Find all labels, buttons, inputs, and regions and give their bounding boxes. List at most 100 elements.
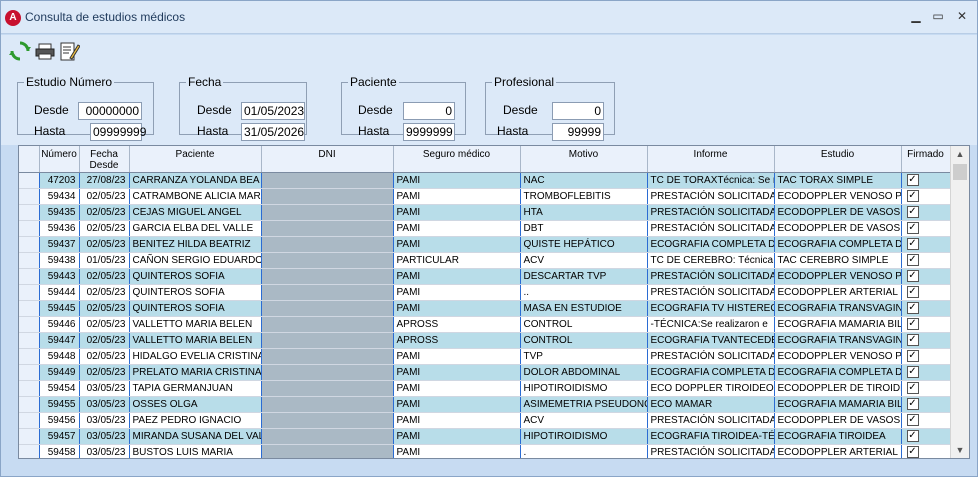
cell-firmado[interactable]: ✓: [901, 188, 951, 205]
table-row[interactable]: 59447 02/05/23 VALLETTO MARIA BELEN APROSS C…: [19, 332, 951, 349]
row-indicator[interactable]: [19, 332, 40, 349]
cell-paciente[interactable]: CEJAS MIGUEL ANGEL: [129, 204, 262, 221]
table-row[interactable]: 59445 02/05/23 QUINTEROS SOFIA PAMI MASA EN …: [19, 300, 951, 317]
cell-informe[interactable]: PRESTACIÓN SOLICITADA:: [647, 268, 775, 285]
signed-checkbox[interactable]: ✓: [906, 398, 919, 411]
cell-motivo[interactable]: TROMBOFLEBITIS: [520, 188, 648, 205]
cell-fecha[interactable]: 02/05/23: [79, 188, 130, 205]
refresh-icon[interactable]: [9, 40, 31, 62]
cell-paciente[interactable]: GARCIA ELBA DEL VALLE: [129, 220, 262, 237]
cell-informe[interactable]: PRESTACIÓN SOLICITADA:: [647, 188, 775, 205]
scroll-down-icon[interactable]: ▼: [951, 442, 969, 458]
cell-informe[interactable]: ECO MAMAR: [647, 396, 775, 413]
cell-informe[interactable]: PRESTACIÓN SOLICITADA:: [647, 444, 775, 458]
column-header-motivo[interactable]: Motivo: [520, 146, 648, 173]
cell-fecha[interactable]: 02/05/23: [79, 284, 130, 301]
cell-numero[interactable]: 59434: [39, 188, 80, 205]
cell-firmado[interactable]: ✓: [901, 236, 951, 253]
table-row[interactable]: 59456 03/05/23 PAEZ PEDRO IGNACIO PAMI ACV PR…: [19, 412, 951, 429]
signed-checkbox[interactable]: ✓: [906, 286, 919, 299]
cell-dni[interactable]: [261, 284, 394, 301]
cell-numero[interactable]: 59455: [39, 396, 80, 413]
cell-informe[interactable]: TC DE TORAXTécnica: Se re: [647, 172, 775, 189]
cell-informe[interactable]: PRESTACIÓN SOLICITADA:: [647, 284, 775, 301]
cell-motivo[interactable]: MASA EN ESTUDIOE: [520, 300, 648, 317]
title-bar[interactable]: A Consulta de estudios médicos ▁ ▭ ✕: [1, 1, 977, 34]
cell-estudio[interactable]: TAC CEREBRO SIMPLE: [774, 252, 902, 269]
profesional-hasta-input[interactable]: 99999: [552, 123, 604, 141]
vertical-scrollbar[interactable]: ▲ ▼: [950, 146, 969, 458]
cell-numero[interactable]: 59457: [39, 428, 80, 445]
table-row[interactable]: 59444 02/05/23 QUINTEROS SOFIA PAMI.. PRESTA…: [19, 284, 951, 301]
cell-seguro[interactable]: PAMI: [393, 396, 521, 413]
table-row[interactable]: 59448 02/05/23 HIDALGO EVELIA CRISTINA PAMI…: [19, 348, 951, 365]
cell-seguro[interactable]: PAMI: [393, 204, 521, 221]
cell-informe[interactable]: ECOGRAFIA TV HISTERECT: [647, 300, 775, 317]
cell-firmado[interactable]: ✓: [901, 300, 951, 317]
cell-fecha[interactable]: 03/05/23: [79, 444, 130, 458]
cell-motivo[interactable]: ..: [520, 284, 648, 301]
edit-report-icon[interactable]: [58, 40, 80, 62]
cell-paciente[interactable]: HIDALGO EVELIA CRISTINA: [129, 348, 262, 365]
cell-motivo[interactable]: ACV: [520, 252, 648, 269]
cell-dni[interactable]: [261, 204, 394, 221]
profesional-desde-input[interactable]: 0: [552, 102, 604, 120]
cell-fecha[interactable]: 02/05/23: [79, 316, 130, 333]
cell-dni[interactable]: [261, 412, 394, 429]
cell-seguro[interactable]: APROSS: [393, 332, 521, 349]
scroll-up-icon[interactable]: ▲: [951, 146, 969, 162]
cell-informe[interactable]: PRESTACIÓN SOLICITADA:: [647, 220, 775, 237]
signed-checkbox[interactable]: ✓: [906, 382, 919, 395]
cell-paciente[interactable]: VALLETTO MARIA BELEN: [129, 316, 262, 333]
cell-numero[interactable]: 59444: [39, 284, 80, 301]
cell-estudio[interactable]: ECOGRAFIA COMPLETA DE: [774, 236, 902, 253]
cell-paciente[interactable]: CAÑON SERGIO EDUARDO: [129, 252, 262, 269]
cell-numero[interactable]: 59454: [39, 380, 80, 397]
cell-fecha[interactable]: 02/05/23: [79, 348, 130, 365]
studies-grid[interactable]: Número Fecha Desde Paciente DNI Seguro m…: [18, 145, 970, 459]
cell-numero[interactable]: 47203: [39, 172, 80, 189]
cell-fecha[interactable]: 03/05/23: [79, 428, 130, 445]
cell-paciente[interactable]: PAEZ PEDRO IGNACIO: [129, 412, 262, 429]
cell-numero[interactable]: 59456: [39, 412, 80, 429]
cell-dni[interactable]: [261, 188, 394, 205]
row-indicator[interactable]: [19, 364, 40, 381]
cell-paciente[interactable]: CATRAMBONE ALICIA MAR: [129, 188, 262, 205]
cell-motivo[interactable]: DESCARTAR TVP: [520, 268, 648, 285]
fecha-hasta-input[interactable]: 31/05/2026: [241, 123, 305, 141]
cell-paciente[interactable]: QUINTEROS SOFIA: [129, 284, 262, 301]
row-indicator[interactable]: [19, 268, 40, 285]
row-indicator[interactable]: [19, 428, 40, 445]
cell-motivo[interactable]: HIPOTIROIDISMO: [520, 428, 648, 445]
minimize-button[interactable]: ▁: [905, 7, 927, 25]
cell-informe[interactable]: PRESTACIÓN SOLICITADA:: [647, 348, 775, 365]
paciente-desde-input[interactable]: 0: [403, 102, 455, 120]
table-row[interactable]: 59449 02/05/23 PRELATO MARIA CRISTINA PAMI D…: [19, 364, 951, 381]
row-indicator[interactable]: [19, 236, 40, 253]
close-button[interactable]: ✕: [951, 7, 973, 25]
cell-paciente[interactable]: OSSES OLGA: [129, 396, 262, 413]
cell-seguro[interactable]: APROSS: [393, 316, 521, 333]
signed-checkbox[interactable]: ✓: [906, 366, 919, 379]
cell-dni[interactable]: [261, 172, 394, 189]
signed-checkbox[interactable]: ✓: [906, 414, 919, 427]
paciente-hasta-input[interactable]: 9999999: [403, 123, 455, 141]
row-indicator[interactable]: [19, 380, 40, 397]
table-row[interactable]: 59458 03/05/23 BUSTOS LUIS MARIA PAMI. PREST…: [19, 444, 951, 458]
cell-informe[interactable]: TC DE CEREBRO: Técnica: s: [647, 252, 775, 269]
cell-fecha[interactable]: 01/05/23: [79, 252, 130, 269]
cell-informe[interactable]: ECO DOPPLER TIROIDEO-T: [647, 380, 775, 397]
cell-motivo[interactable]: DBT: [520, 220, 648, 237]
cell-seguro[interactable]: PAMI: [393, 236, 521, 253]
cell-seguro[interactable]: PAMI: [393, 172, 521, 189]
print-icon[interactable]: [34, 40, 56, 62]
cell-dni[interactable]: [261, 252, 394, 269]
scroll-thumb[interactable]: [953, 164, 967, 180]
cell-paciente[interactable]: TAPIA GERMANJUAN: [129, 380, 262, 397]
row-indicator[interactable]: [19, 252, 40, 269]
signed-checkbox[interactable]: ✓: [906, 206, 919, 219]
row-indicator[interactable]: [19, 412, 40, 429]
cell-informe[interactable]: PRESTACIÓN SOLICITADA:: [647, 204, 775, 221]
cell-numero[interactable]: 59438: [39, 252, 80, 269]
row-indicator[interactable]: [19, 204, 40, 221]
